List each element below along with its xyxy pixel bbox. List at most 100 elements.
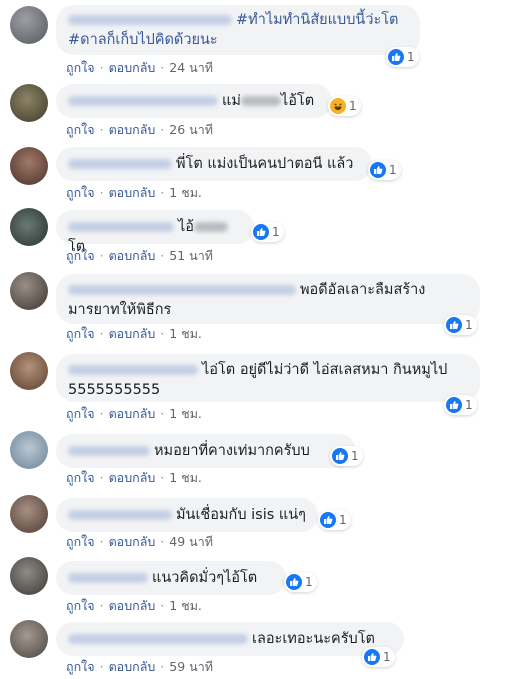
comment-text: พอดีอัลเลาะลืมสร้าง <box>300 282 426 298</box>
avatar[interactable] <box>10 620 48 658</box>
commenter-name[interactable] <box>68 573 148 583</box>
reaction-badge[interactable]: 1 <box>328 96 361 116</box>
commenter-name[interactable] <box>68 285 296 295</box>
avatar[interactable] <box>10 147 48 185</box>
separator: · <box>99 659 104 674</box>
separator: · <box>99 598 104 613</box>
reaction-badge[interactable]: 1 <box>330 446 363 466</box>
avatar[interactable] <box>10 84 48 122</box>
comment-bubble: พี่โต แม่งเป็นคนปาตอนี แล้ว <box>56 147 372 181</box>
comment-bubble: แม่ ไอ้โต <box>56 84 332 118</box>
reaction-badge[interactable]: 1 <box>284 572 317 592</box>
comment-actions: ถูกใจ · ตอบกลับ · 59 นาที <box>66 659 213 675</box>
commenter-name[interactable] <box>68 159 172 169</box>
reply-button[interactable]: ตอบกลับ <box>109 60 156 75</box>
separator: · <box>160 248 165 263</box>
commenter-name[interactable] <box>68 365 198 375</box>
reaction-count: 1 <box>339 513 347 527</box>
reaction-badge[interactable]: 1 <box>362 647 395 667</box>
reply-button[interactable]: ตอบกลับ <box>109 326 156 341</box>
like-button[interactable]: ถูกใจ <box>66 248 95 263</box>
comment-bubble: มันเชื่อมกับ isis แน่ๆ <box>56 498 318 532</box>
reply-button[interactable]: ตอบกลับ <box>109 406 156 421</box>
timestamp[interactable]: 51 นาที <box>169 248 213 263</box>
comment-actions: ถูกใจ · ตอบกลับ · 1 ชม. <box>66 406 202 422</box>
avatar[interactable] <box>10 495 48 533</box>
like-button[interactable]: ถูกใจ <box>66 122 95 137</box>
like-button[interactable]: ถูกใจ <box>66 326 95 341</box>
timestamp[interactable]: 59 นาที <box>169 659 213 674</box>
timestamp[interactable]: 49 นาที <box>169 534 213 549</box>
comment-text: 5555555555 <box>68 382 161 398</box>
comment-bubble: #ทำไมทำนิสัยแบบนี้ว่ะโต #ดาลก็เก็บไปคิดด… <box>56 5 420 55</box>
reaction-count: 1 <box>351 449 359 463</box>
comment-actions: ถูกใจ · ตอบกลับ · 49 นาที <box>66 534 213 550</box>
timestamp[interactable]: 1 ชม. <box>169 470 202 485</box>
like-button[interactable]: ถูกใจ <box>66 60 95 75</box>
timestamp[interactable]: 1 ชม. <box>169 185 202 200</box>
separator: · <box>160 534 165 549</box>
like-icon <box>332 448 348 464</box>
timestamp[interactable]: 26 นาที <box>169 122 213 137</box>
reply-button[interactable]: ตอบกลับ <box>109 598 156 613</box>
like-button[interactable]: ถูกใจ <box>66 470 95 485</box>
censored-text <box>194 222 229 232</box>
comment-actions: ถูกใจ · ตอบกลับ · 1 ชม. <box>66 185 202 201</box>
comment-actions: ถูกใจ · ตอบกลับ · 1 ชม. <box>66 598 202 614</box>
reply-button[interactable]: ตอบกลับ <box>109 185 156 200</box>
avatar[interactable] <box>10 272 48 310</box>
like-icon <box>446 397 462 413</box>
like-icon <box>388 49 404 65</box>
comment-text: แนวคิดมั่วๆไอ้โต <box>152 570 258 586</box>
comment-bubble: ไอ่โต อยู่ดีไม่ว่าดี ไอ่สเลสหมา กินหมูไป… <box>56 354 480 402</box>
comment-text: ไอ้ <box>178 219 195 235</box>
commenter-name[interactable] <box>68 446 150 456</box>
commenter-name[interactable] <box>68 510 172 520</box>
timestamp[interactable]: 24 นาที <box>169 60 213 75</box>
reply-button[interactable]: ตอบกลับ <box>109 122 156 137</box>
avatar[interactable] <box>10 6 48 44</box>
reaction-badge[interactable]: 1 <box>368 160 401 180</box>
comment-actions: ถูกใจ · ตอบกลับ · 24 นาที <box>66 60 213 76</box>
separator: · <box>99 60 104 75</box>
avatar[interactable] <box>10 208 48 246</box>
comment-bubble: เลอะเทอะนะครับโต <box>56 622 404 656</box>
separator: · <box>160 406 165 421</box>
separator: · <box>160 470 165 485</box>
avatar[interactable] <box>10 557 48 595</box>
separator: · <box>160 659 165 674</box>
reaction-badge[interactable]: 1 <box>444 315 477 335</box>
reaction-badge[interactable]: 1 <box>444 395 477 415</box>
timestamp[interactable]: 1 ชม. <box>169 406 202 421</box>
like-button[interactable]: ถูกใจ <box>66 598 95 613</box>
reaction-count: 1 <box>465 398 473 412</box>
haha-icon <box>330 98 346 114</box>
reply-button[interactable]: ตอบกลับ <box>109 470 156 485</box>
reply-button[interactable]: ตอบกลับ <box>109 659 156 674</box>
separator: · <box>99 248 104 263</box>
hashtag-link[interactable]: #ทำไมทำนิสัยแบบนี้ว่ะโต <box>236 12 398 28</box>
like-button[interactable]: ถูกใจ <box>66 659 95 674</box>
commenter-name[interactable] <box>68 15 232 25</box>
like-button[interactable]: ถูกใจ <box>66 185 95 200</box>
timestamp[interactable]: 1 ชม. <box>169 326 202 341</box>
reaction-badge[interactable]: 1 <box>251 222 284 242</box>
reaction-badge[interactable]: 1 <box>318 510 351 530</box>
comment-text: แม่ <box>222 93 241 109</box>
like-icon <box>286 574 302 590</box>
commenter-name[interactable] <box>68 96 218 106</box>
commenter-name[interactable] <box>68 222 174 232</box>
reaction-count: 1 <box>465 318 473 332</box>
hashtag-link[interactable]: #ดาลก็เก็บไปคิดด้วยนะ <box>68 32 218 48</box>
avatar[interactable] <box>10 352 48 390</box>
reply-button[interactable]: ตอบกลับ <box>109 248 156 263</box>
like-icon <box>320 512 336 528</box>
like-button[interactable]: ถูกใจ <box>66 406 95 421</box>
like-button[interactable]: ถูกใจ <box>66 534 95 549</box>
reaction-count: 1 <box>305 575 313 589</box>
avatar[interactable] <box>10 431 48 469</box>
commenter-name[interactable] <box>68 634 248 644</box>
timestamp[interactable]: 1 ชม. <box>169 598 202 613</box>
reaction-badge[interactable]: 1 <box>386 47 419 67</box>
reply-button[interactable]: ตอบกลับ <box>109 534 156 549</box>
